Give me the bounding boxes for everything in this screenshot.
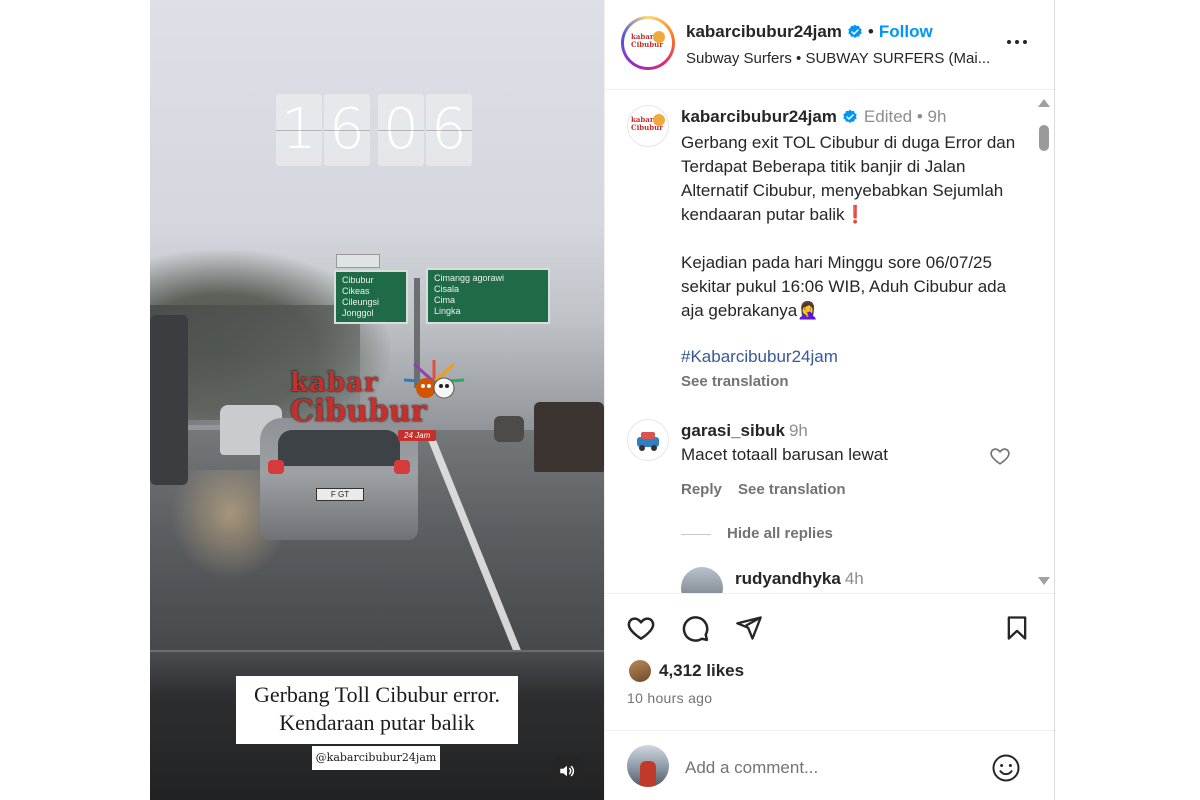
reply-username[interactable]: rudyandhyka [735, 569, 841, 588]
verified-badge-icon [847, 24, 863, 40]
sign-plate [336, 254, 380, 268]
heart-icon [627, 617, 655, 640]
separator-dot: • [867, 22, 874, 41]
header-username[interactable]: kabarcibubur24jam [686, 22, 842, 42]
more-horizontal-icon [1007, 40, 1027, 44]
pickup-truck [534, 402, 604, 472]
replies-divider [681, 534, 711, 535]
sign-line: Cibubur [342, 275, 374, 285]
caption-meta: Edited • 9h [863, 107, 947, 126]
sign-line: Cileungsi [342, 297, 380, 307]
sign-line: Lingka [434, 306, 461, 316]
bookmark-icon [1007, 616, 1027, 640]
comment-button[interactable] [679, 612, 711, 644]
sign-line: Cikeas [342, 286, 370, 296]
caption-hashtag[interactable]: #Kabarcibubur24jam [681, 347, 838, 367]
comment-bubble-icon [682, 616, 709, 642]
current-user-avatar [627, 745, 669, 787]
reply-header: rudyandhyka 4h [735, 569, 864, 589]
comment-like-button[interactable] [989, 445, 1011, 467]
post-actions: 4,312 likes 10 hours ago [605, 593, 1056, 723]
scroll-down-arrow-icon[interactable] [1038, 577, 1050, 585]
header-user-row: kabarcibubur24jam • Follow [686, 22, 933, 42]
caption-header: kabarcibubur24jam Edited • 9h [681, 107, 946, 127]
post-header: kabar Cibubur kabarcibubur24jam • Follow … [605, 0, 1056, 90]
taillight [394, 460, 410, 474]
sign-line: Cimangg agorawi [434, 273, 505, 283]
car-logo-icon [637, 432, 659, 451]
panel-border [1054, 0, 1055, 800]
comment-time: 9h [788, 421, 808, 440]
kabar-cibubur-watermark: kabar Cibubur 24 Jam [290, 360, 480, 448]
speaker-icon [560, 765, 575, 777]
logo-sun [653, 114, 665, 126]
clock-digit: 1 [276, 94, 322, 166]
comments-section[interactable]: kabar Cibubur kabarcibubur24jam Edited • … [605, 91, 1056, 593]
comment-avatar[interactable] [627, 419, 669, 461]
post-video[interactable]: 1 6 0 6 Cibubur Cikeas Cileungsi Jonggol… [150, 0, 604, 800]
video-caption: Gerbang Toll Cibubur error. Kendaraan pu… [236, 676, 518, 744]
audio-track-link[interactable]: Subway Surfers • SUBWAY SURFERS (Mai... [686, 50, 990, 67]
save-button[interactable] [1001, 612, 1033, 644]
paper-plane-icon [736, 616, 762, 640]
hide-replies-button[interactable]: Hide all replies [727, 525, 833, 542]
comment-text: Macet totaall barusan lewat [681, 445, 888, 464]
share-button[interactable] [733, 612, 765, 644]
caption-text: Gerbang exit TOL Cibubur di duga Error d… [681, 133, 1016, 320]
comment-reply-button[interactable]: Reply [681, 481, 722, 498]
sun-mascot-icon [403, 360, 465, 399]
clock-digit: 6 [324, 94, 370, 166]
license-plate: F GT [316, 488, 364, 501]
reply-avatar[interactable] [681, 567, 723, 593]
verified-badge-icon [842, 109, 858, 125]
scrollbar-thumb[interactable] [1039, 125, 1049, 151]
post-timestamp[interactable]: 10 hours ago [627, 690, 712, 706]
likes-count[interactable]: 4,312 likes [659, 661, 744, 681]
follow-button[interactable]: Follow [879, 22, 933, 42]
liker-avatar [627, 658, 653, 684]
reply-time: 4h [844, 569, 864, 588]
mute-button[interactable] [550, 754, 584, 788]
more-options-button[interactable] [1005, 30, 1029, 54]
comment-username[interactable]: garasi_sibuk [681, 421, 785, 440]
emoji-picker-button[interactable] [991, 753, 1021, 783]
scroll-up-arrow-icon[interactable] [1038, 99, 1050, 107]
sign-line: Cima [434, 295, 456, 305]
profile-avatar-story-ring[interactable]: kabar Cibubur [621, 16, 675, 70]
road-sign-left: Cibubur Cikeas Cileungsi Jonggol [334, 270, 408, 324]
heart-icon [990, 448, 1010, 465]
likes-row[interactable]: 4,312 likes [627, 658, 744, 684]
logo-sun [653, 31, 665, 43]
kabar-cibubur-logo-icon: kabar Cibubur [631, 31, 665, 55]
truck-left [150, 315, 188, 485]
car-distant [494, 416, 524, 442]
taillight [268, 460, 284, 474]
comments-scrollbar[interactable] [1037, 99, 1051, 585]
comment-header: garasi_sibuk 9h [681, 421, 808, 441]
flip-clock: 1 6 0 6 [276, 94, 472, 166]
kabar-cibubur-logo-icon: kabar Cibubur [631, 114, 665, 138]
sign-line: Cisala [434, 284, 460, 294]
road-sign-right: Cimangg agorawi Cisala Cima Lingka [426, 268, 550, 324]
clock-digit: 0 [378, 94, 424, 166]
video-handle-overlay: @kabarcibubur24jam [312, 746, 440, 770]
profile-avatar: kabar Cibubur [624, 19, 672, 67]
watermark-badge: 24 Jam [398, 430, 437, 441]
clock-minutes: 0 6 [378, 94, 472, 166]
video-caption-line: Kendaraan putar balik [279, 710, 475, 735]
caption-author-avatar[interactable]: kabar Cibubur [627, 105, 669, 147]
like-button[interactable] [625, 612, 657, 644]
add-comment-bar [605, 730, 1056, 800]
emoji-icon [992, 754, 1020, 782]
sign-line: Jonggol [342, 308, 374, 318]
clock-hours: 1 6 [276, 94, 370, 166]
clock-digit: 6 [426, 94, 472, 166]
caption-see-translation[interactable]: See translation [681, 373, 789, 390]
post-panel: kabar Cibubur kabarcibubur24jam • Follow … [604, 0, 1056, 800]
add-comment-input[interactable] [685, 755, 975, 781]
video-caption-line: Gerbang Toll Cibubur error. [253, 682, 501, 707]
comment-see-translation[interactable]: See translation [738, 481, 846, 498]
caption-username[interactable]: kabarcibubur24jam [681, 107, 837, 127]
